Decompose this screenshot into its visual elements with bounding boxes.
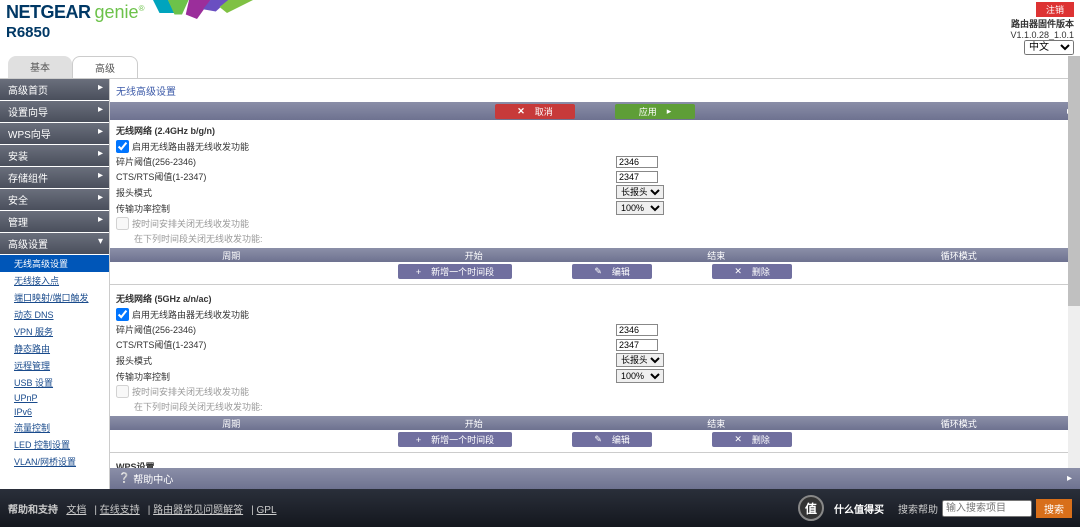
search-help-label: 搜索帮助: [898, 501, 938, 516]
logout-button[interactable]: 注销: [1036, 2, 1074, 17]
band24-title: 无线网络 (2.4GHz b/g/n): [116, 124, 1074, 137]
nav-ap[interactable]: 无线接入点: [0, 272, 109, 289]
smzdm-logo-icon: 值: [798, 495, 824, 521]
band5-txpower-label: 传输功率控制: [116, 370, 616, 383]
sidebar: 高级首页 设置向导 WPS向导 安装 存储组件 安全 管理 高级设置 无线高级设…: [0, 79, 110, 506]
band5-edit-button[interactable]: ✎编辑: [572, 432, 652, 447]
band5-enable-label: 启用无线路由器无线收发功能: [132, 308, 249, 321]
band24-preamble-label: 报头模式: [116, 186, 616, 199]
footer-link-docs[interactable]: 文档: [66, 505, 86, 516]
nav-admin[interactable]: 管理: [0, 211, 109, 233]
nav-port[interactable]: 端口映射/端口触发: [0, 289, 109, 306]
band24-sched-note: 在下列时间段关闭无线收发功能:: [134, 232, 263, 245]
band5-title: 无线网络 (5GHz a/n/ac): [116, 292, 1074, 305]
band5-sched-label: 按时间安排关闭无线收发功能: [132, 385, 249, 398]
band24-cts-input[interactable]: [616, 171, 658, 183]
band24-schedule-header: 周期开始结束循环模式: [110, 248, 1080, 262]
brand-genie: genie: [95, 2, 145, 23]
nav-traffic[interactable]: 流量控制: [0, 419, 109, 436]
page-title: 无线高级设置: [110, 79, 1080, 102]
nav-advanced[interactable]: 高级设置: [0, 233, 109, 255]
band5-cts-input[interactable]: [616, 339, 658, 351]
footer-link-gpl[interactable]: GPL: [257, 505, 277, 516]
nav-remote[interactable]: 远程管理: [0, 357, 109, 374]
band24-preamble-select[interactable]: 长报头: [616, 185, 664, 199]
band24-sched-label: 按时间安排关闭无线收发功能: [132, 217, 249, 230]
band24-cts-label: CTS/RTS阈值(1-2347): [116, 170, 616, 183]
nav-ipv6[interactable]: IPv6: [0, 405, 109, 419]
band24-delete-button[interactable]: ✕删除: [712, 264, 792, 279]
band24-enable-checkbox[interactable]: [116, 140, 129, 153]
band24-enable-label: 启用无线路由器无线收发功能: [132, 140, 249, 153]
apply-button[interactable]: 应用▸: [615, 104, 695, 119]
band5-preamble-select[interactable]: 长报头: [616, 353, 664, 367]
nav-wireless-adv[interactable]: 无线高级设置: [0, 255, 109, 272]
watermark-text: 什么值得买: [834, 501, 884, 516]
nav-storage[interactable]: 存储组件: [0, 167, 109, 189]
nav-security[interactable]: 安全: [0, 189, 109, 211]
nav-vpn[interactable]: VPN 服务: [0, 323, 109, 340]
decorative-shapes: [152, 0, 272, 28]
band24-frag-label: 碎片阈值(256-2346): [116, 155, 616, 168]
footer-support: 帮助和支持: [8, 505, 58, 516]
nav-static[interactable]: 静态路由: [0, 340, 109, 357]
brand-netgear: NETGEAR: [6, 2, 91, 23]
band5-sched-note: 在下列时间段关闭无线收发功能:: [134, 400, 263, 413]
content-scrollbar[interactable]: [1068, 56, 1080, 472]
band5-frag-input[interactable]: [616, 324, 658, 336]
nav-wizard[interactable]: 设置向导: [0, 101, 109, 123]
help-search-button[interactable]: 搜索: [1036, 499, 1072, 518]
cancel-button[interactable]: ✕取消: [495, 104, 575, 119]
band24-txpower-select[interactable]: 100%: [616, 201, 664, 215]
band5-txpower-select[interactable]: 100%: [616, 369, 664, 383]
footer-link-faq[interactable]: 路由器常见问题解答: [153, 505, 243, 516]
firmware-label: 路由器固件版本: [1011, 19, 1074, 29]
firmware-version: V1.1.0.28_1.0.1: [1010, 30, 1074, 40]
band5-frag-label: 碎片阈值(256-2346): [116, 323, 616, 336]
band5-delete-button[interactable]: ✕删除: [712, 432, 792, 447]
tab-advanced[interactable]: 高级: [72, 56, 138, 78]
band24-sched-checkbox: [116, 217, 129, 230]
nav-ddns[interactable]: 动态 DNS: [0, 306, 109, 323]
band5-preamble-label: 报头模式: [116, 354, 616, 367]
band24-txpower-label: 传输功率控制: [116, 202, 616, 215]
language-select[interactable]: 中文: [1024, 40, 1074, 55]
band24-edit-button[interactable]: ✎编辑: [572, 264, 652, 279]
nav-install[interactable]: 安装: [0, 145, 109, 167]
footer-link-online[interactable]: 在线支持: [100, 505, 140, 516]
band5-cts-label: CTS/RTS阈值(1-2347): [116, 338, 616, 351]
tab-basic[interactable]: 基本: [8, 56, 72, 78]
band5-add-button[interactable]: +新增一个时间段: [398, 432, 512, 447]
nav-vlan[interactable]: VLAN/网桥设置: [0, 453, 109, 470]
band5-schedule-header: 周期开始结束循环模式: [110, 416, 1080, 430]
help-search-input[interactable]: [942, 500, 1032, 517]
nav-usb[interactable]: USB 设置: [0, 374, 109, 391]
model-label: R6850: [6, 24, 50, 41]
band5-enable-checkbox[interactable]: [116, 308, 129, 321]
nav-home[interactable]: 高级首页: [0, 79, 109, 101]
band24-add-button[interactable]: +新增一个时间段: [398, 264, 512, 279]
band5-sched-checkbox: [116, 385, 129, 398]
nav-led[interactable]: LED 控制设置: [0, 436, 109, 453]
band24-frag-input[interactable]: [616, 156, 658, 168]
help-center-bar[interactable]: ❔ 帮助中心: [110, 468, 1080, 489]
nav-upnp[interactable]: UPnP: [0, 391, 109, 405]
nav-wps[interactable]: WPS向导: [0, 123, 109, 145]
